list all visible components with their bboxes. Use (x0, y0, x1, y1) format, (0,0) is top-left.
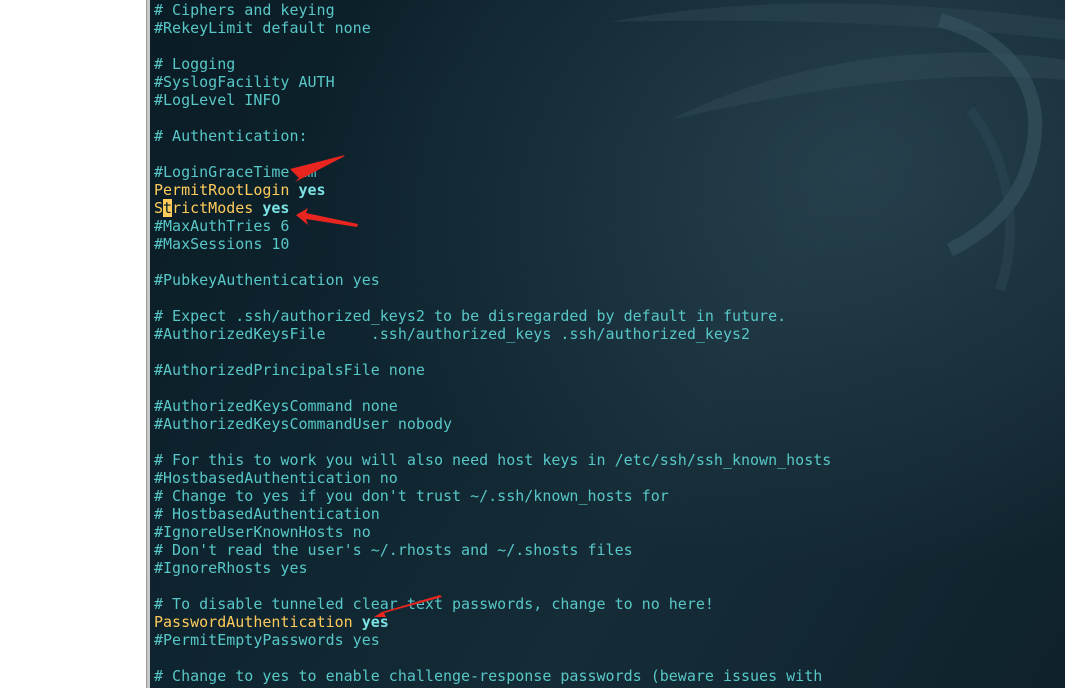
annotation-arrows (290, 155, 442, 617)
red-arrow-icon (374, 595, 442, 617)
left-blank-pane (0, 0, 146, 688)
terminal-window[interactable]: # Ciphers and keying #RekeyLimit default … (150, 0, 1065, 688)
red-arrow-icon (296, 208, 358, 227)
red-arrow-icon (290, 155, 345, 182)
